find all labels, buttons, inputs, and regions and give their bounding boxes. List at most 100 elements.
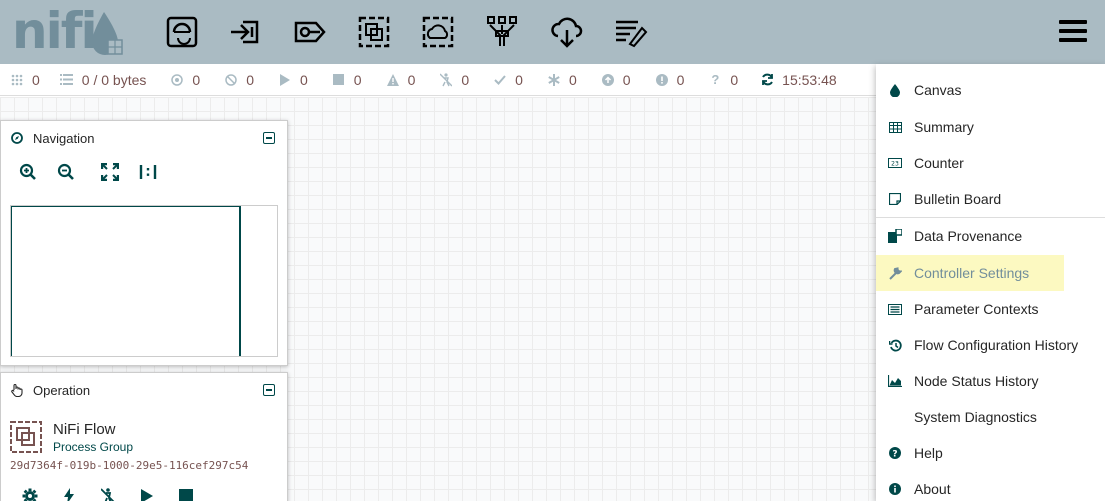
transmitting-status: 0 [170,72,200,88]
menu-item-canvas[interactable]: Canvas [876,72,1105,108]
counter-icon: 23 [888,156,902,170]
menu-item-data-provenance[interactable]: Data Provenance [876,218,1105,254]
wrench-icon [888,266,902,280]
label-icon[interactable] [610,12,650,52]
menu-item-summary[interactable]: Summary [876,109,1105,145]
transmitting-icon [170,73,184,87]
stopped-count: 0 [353,71,362,88]
lightning-icon[interactable] [58,487,80,501]
gear-icon[interactable] [19,487,41,501]
navigation-title: Navigation [33,130,95,146]
list-icon [60,73,74,87]
operation-header[interactable]: Operation [1,373,287,407]
refresh-status: 15:53:48 [760,72,837,88]
play-icon[interactable] [136,487,158,501]
area-chart-icon [888,374,902,388]
collapse-navigation-button[interactable] [263,132,275,144]
selected-component-name: NiFi Flow [53,421,116,438]
stale-status: 0 [601,72,631,88]
hand-pointer-icon [11,384,23,397]
queued-value: 0 / 0 bytes [81,71,147,88]
menu-item-label: Data Provenance [914,228,1023,244]
running-status: 0 [278,72,308,88]
transmitting-count: 0 [192,71,201,88]
refresh-icon[interactable] [760,73,774,87]
operation-title: Operation [33,382,91,398]
asterisk-icon [547,73,561,87]
list-icon [888,302,902,316]
play-icon [278,73,292,87]
table-icon [888,120,902,134]
not-transmitting-count: 0 [246,71,254,88]
logo-text: nifi [12,2,98,60]
selected-component-id: 29d7364f-019b-1000-29e5-116cef297c54 [10,459,249,472]
disabled-status: 0 [439,72,469,88]
menu-item-label: Parameter Contexts [914,301,1039,317]
menu-item-system-diagnostics[interactable]: System Diagnostics [876,399,1105,435]
process-group-icon[interactable] [354,12,394,52]
not-transmitting-icon [224,73,238,87]
last-refreshed-time: 15:53:48 [782,71,837,88]
menu-item-controller-settings[interactable]: Controller Settings [876,255,1064,291]
birdseye-viewport[interactable] [11,206,241,356]
check-icon [493,73,507,87]
menu-item-label: Counter [914,155,964,171]
active-threads-count: 0 [32,71,40,88]
nifi-logo: nifi [10,2,130,60]
disabled-count: 0 [461,71,470,88]
navigation-tools [1,155,287,189]
collapse-operation-button[interactable] [263,384,275,396]
stopped-status: 0 [332,72,362,88]
funnel-icon[interactable] [482,12,522,52]
operation-tools [19,487,214,501]
sync-failure-status: ? 0 [708,72,738,88]
stop-icon[interactable] [175,487,197,501]
compass-icon [11,132,23,144]
menu-item-flow-configuration-history[interactable]: Flow Configuration History [876,327,1105,363]
input-port-icon[interactable] [225,12,265,52]
drop-logo-icon [92,12,123,55]
disable-icon[interactable] [97,487,119,501]
processor-icon[interactable] [162,12,202,52]
birdseye-view[interactable] [10,205,278,357]
stop-icon [332,73,346,87]
up-to-date-status: 0 [493,72,523,88]
zoom-in-icon[interactable] [17,161,39,183]
menu-item-node-status-history[interactable]: Node Status History [876,363,1105,399]
selected-component-type: Process Group [53,440,134,454]
drop-icon [888,83,902,97]
history-icon [888,338,902,352]
output-port-icon[interactable] [290,12,330,52]
svg-text:23: 23 [891,161,899,168]
menu-item-counter[interactable]: 23 Counter [876,145,1105,181]
menu-item-about[interactable]: About [876,471,1105,501]
template-icon[interactable] [547,12,587,52]
menu-item-bulletin-board[interactable]: Bulletin Board [876,181,1105,217]
menu-item-label: Node Status History [914,373,1039,389]
menu-item-help[interactable]: ? Help [876,435,1105,471]
menu-item-label: Canvas [914,82,962,98]
running-count: 0 [299,71,308,88]
sync-failure-count: 0 [730,71,739,88]
threads-icon [10,73,24,87]
navigation-panel: Navigation [0,120,288,366]
locally-modified-stale-count: 0 [676,71,685,88]
menu-item-label: System Diagnostics [914,409,1037,425]
invalid-status: 0 [386,72,415,88]
provenance-icon [888,229,902,243]
queued-status: 0 / 0 bytes [60,71,147,88]
svg-text:?: ? [892,450,897,460]
fit-screen-icon[interactable] [99,161,121,183]
zoom-out-icon[interactable] [55,161,77,183]
menu-item-parameter-contexts[interactable]: Parameter Contexts [876,291,1105,327]
locally-modified-stale-status: 0 [655,71,685,88]
remote-process-group-icon[interactable] [418,12,458,52]
global-menu-button[interactable] [1059,20,1087,44]
not-transmitting-status: 0 [224,72,254,88]
menu-item-label: Bulletin Board [914,191,1002,207]
actual-size-icon[interactable] [137,161,159,183]
question-icon: ? [888,446,902,460]
navigation-header[interactable]: Navigation [1,121,287,155]
disabled-icon [439,72,453,87]
exclamation-circle-icon [655,73,669,87]
